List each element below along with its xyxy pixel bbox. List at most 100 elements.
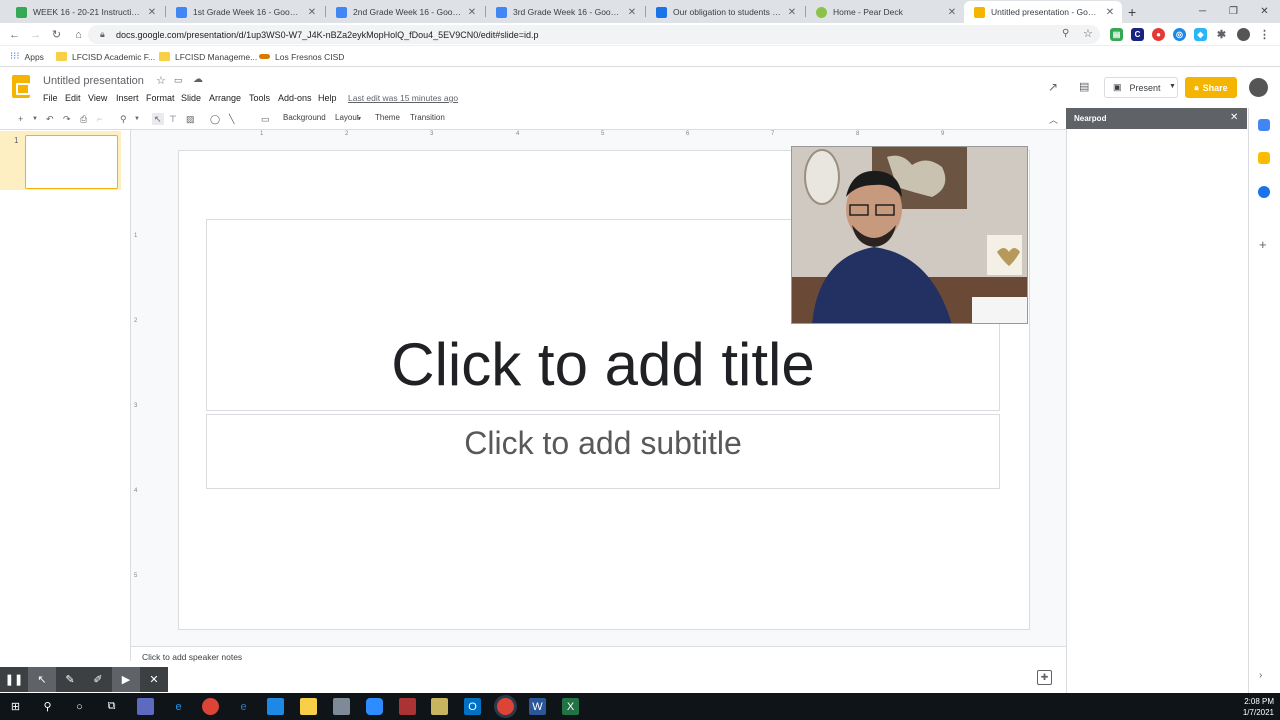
add-addon-icon[interactable]: +: [1259, 237, 1267, 252]
select-pointer-icon[interactable]: ↖: [152, 113, 164, 125]
menu-help[interactable]: Help: [318, 93, 337, 103]
menu-edit[interactable]: Edit: [65, 93, 81, 103]
speaker-notes-placeholder[interactable]: Click to add speaker notes: [142, 652, 242, 662]
extension-icon[interactable]: ◆: [1194, 28, 1207, 41]
browser-tab[interactable]: 1st Grade Week 16 - Google Doc ✕: [166, 1, 324, 23]
menu-slide[interactable]: Slide: [181, 93, 201, 103]
extension-record-icon[interactable]: ●: [1152, 28, 1165, 41]
menu-format[interactable]: Format: [146, 93, 175, 103]
slides-logo-icon[interactable]: [12, 75, 30, 98]
word-icon[interactable]: W: [529, 698, 546, 715]
extension-c-icon[interactable]: C: [1131, 28, 1144, 41]
windows-start-icon[interactable]: ⊞: [7, 698, 24, 715]
collapse-toolbar-icon[interactable]: ︿: [1049, 113, 1058, 125]
comment-add-icon[interactable]: ▭: [261, 113, 270, 125]
edge-icon[interactable]: e: [235, 698, 252, 715]
browser-tab[interactable]: Our obligation to students and t ✕: [646, 1, 804, 23]
new-slide-icon[interactable]: +: [18, 113, 23, 125]
keep-icon[interactable]: [1258, 152, 1270, 164]
reload-icon[interactable]: ↻: [49, 27, 64, 42]
user-avatar[interactable]: [1249, 78, 1268, 97]
menu-addons[interactable]: Add-ons: [278, 93, 312, 103]
pause-icon[interactable]: ❚❚: [0, 667, 28, 692]
chrome-icon[interactable]: [202, 698, 219, 715]
close-window-icon[interactable]: ✕: [1249, 0, 1280, 23]
task-view-icon[interactable]: ⧉: [103, 698, 120, 715]
app-icon[interactable]: [399, 698, 416, 715]
close-tab-icon[interactable]: ✕: [146, 7, 158, 18]
browser-tab[interactable]: WEEK 16 - 20-21 Instructional Pl ✕: [6, 1, 164, 23]
close-tab-icon[interactable]: ✕: [306, 7, 318, 18]
browser-menu-icon[interactable]: ⋮: [1258, 28, 1271, 41]
file-explorer-icon[interactable]: [300, 698, 317, 715]
close-tab-icon[interactable]: ✕: [946, 7, 958, 18]
slide-thumbnail[interactable]: [25, 135, 118, 189]
close-tab-icon[interactable]: ✕: [466, 7, 478, 18]
share-button[interactable]: 🔒︎ Share: [1185, 77, 1237, 98]
restore-icon[interactable]: ❐: [1218, 0, 1249, 23]
bookmark-link[interactable]: Los Fresnos CISD: [259, 50, 344, 63]
bookmark-apps[interactable]: ⁝⁝⁝ Apps: [10, 50, 44, 63]
search-icon[interactable]: ⚲: [39, 698, 56, 715]
document-title[interactable]: Untitled presentation: [43, 75, 144, 87]
close-recorder-icon[interactable]: ✕: [140, 667, 168, 692]
minimize-icon[interactable]: ─: [1187, 0, 1218, 23]
app-icon[interactable]: [137, 698, 154, 715]
close-tab-icon[interactable]: ✕: [786, 7, 798, 18]
extensions-puzzle-icon[interactable]: ✱: [1215, 28, 1228, 41]
title-placeholder-text[interactable]: Click to add title: [206, 330, 1000, 399]
chevron-down-icon[interactable]: ▼: [134, 113, 140, 125]
forward-icon[interactable]: →: [28, 27, 43, 42]
shape-icon[interactable]: ◯: [210, 113, 220, 125]
excel-icon[interactable]: X: [562, 698, 579, 715]
pointer-icon[interactable]: ↖: [28, 667, 56, 692]
zoom-icon[interactable]: ⚲: [120, 113, 127, 125]
chevron-down-icon[interactable]: ▼: [357, 116, 362, 122]
address-bar[interactable]: 🔒︎ docs.google.com/presentation/d/1up3WS…: [88, 25, 1100, 44]
chevron-down-icon[interactable]: ▼: [32, 113, 38, 125]
app-icon[interactable]: [431, 698, 448, 715]
present-button[interactable]: ▣ Present ▼: [1104, 77, 1178, 98]
layout-button[interactable]: Layout: [335, 113, 359, 122]
close-tab-icon[interactable]: ✕: [626, 7, 638, 18]
menu-arrange[interactable]: Arrange: [209, 93, 241, 103]
tasks-icon[interactable]: [1258, 186, 1270, 198]
browser-tab[interactable]: Home - Pear Deck ✕: [806, 1, 964, 23]
image-icon[interactable]: ▨: [186, 113, 195, 125]
speaker-notes-area[interactable]: [131, 646, 1066, 669]
print-icon[interactable]: ⎙: [80, 113, 87, 125]
extension-icon[interactable]: ◎: [1173, 28, 1186, 41]
transition-button[interactable]: Transition: [410, 113, 445, 122]
star-icon[interactable]: ☆: [156, 74, 166, 87]
close-tab-icon[interactable]: ✕: [1104, 7, 1116, 18]
bookmark-folder[interactable]: LFCISD Academic F...: [56, 50, 155, 63]
zoom-app-icon[interactable]: [366, 698, 383, 715]
browser-tab-active[interactable]: Untitled presentation - Google S ✕: [964, 1, 1122, 23]
zoom-icon[interactable]: ⚲: [1062, 28, 1069, 39]
subtitle-placeholder-text[interactable]: Click to add subtitle: [206, 425, 1000, 462]
chevron-right-icon[interactable]: ›: [1259, 670, 1262, 681]
redo-icon[interactable]: ↷: [63, 113, 71, 125]
activity-trend-icon[interactable]: ↗: [1048, 80, 1058, 94]
move-folder-icon[interactable]: ▭: [174, 75, 183, 86]
close-panel-icon[interactable]: ✕: [1230, 112, 1238, 123]
menu-view[interactable]: View: [88, 93, 107, 103]
highlighter-icon[interactable]: ✐: [84, 667, 112, 692]
outlook-icon[interactable]: O: [464, 698, 481, 715]
menu-insert[interactable]: Insert: [116, 93, 139, 103]
profile-avatar[interactable]: [1237, 28, 1250, 41]
new-tab-icon[interactable]: +: [1128, 4, 1136, 20]
pen-icon[interactable]: ✎: [56, 667, 84, 692]
extension-icon[interactable]: ▤: [1110, 28, 1123, 41]
taskbar-clock[interactable]: 2:08 PM 1/7/2021: [1230, 696, 1274, 718]
bookmark-folder[interactable]: LFCISD Manageme...: [159, 50, 257, 63]
camera-app-icon[interactable]: [333, 698, 350, 715]
ie-icon[interactable]: e: [170, 698, 187, 715]
undo-icon[interactable]: ↶: [46, 113, 54, 125]
browser-tab[interactable]: 3rd Grade Week 16 - Google Doc ✕: [486, 1, 644, 23]
line-icon[interactable]: ╲: [229, 113, 234, 125]
text-box-icon[interactable]: ⊤: [169, 113, 177, 125]
back-icon[interactable]: ←: [7, 27, 22, 42]
bookmark-star-icon[interactable]: ☆: [1083, 27, 1093, 40]
home-icon[interactable]: ⌂: [71, 27, 86, 42]
